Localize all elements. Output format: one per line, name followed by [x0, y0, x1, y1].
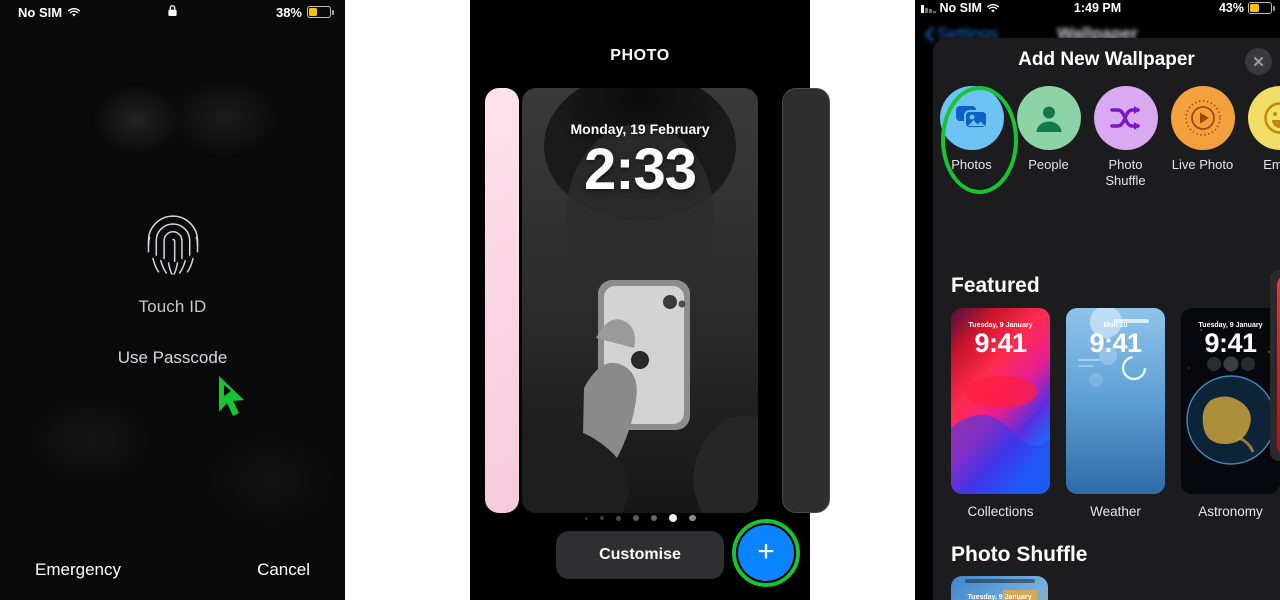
- featured-wallpaper-row[interactable]: Tuesday, 9 January 9:41 Collections Mon 10 9…: [951, 308, 1280, 519]
- page-dot[interactable]: [599, 516, 604, 520]
- photos-category-highlight-ring: [941, 86, 1018, 194]
- photo-shuffle-heading: Photo Shuffle: [951, 543, 1088, 566]
- emoji-icon[interactable]: [1247, 86, 1280, 150]
- close-button[interactable]: ✕: [1245, 48, 1272, 75]
- next-wallpaper-card[interactable]: [782, 88, 830, 513]
- status-bar-right: 38%: [275, 4, 334, 20]
- close-icon: ✕: [1252, 53, 1265, 71]
- touch-id-label: Touch ID: [138, 297, 207, 316]
- person-icon[interactable]: [1016, 86, 1081, 150]
- featured-preview-time: 9:41: [1204, 328, 1257, 358]
- featured-thumbnail[interactable]: Mon 10 9:41: [1066, 308, 1165, 494]
- battery-icon: [307, 6, 334, 18]
- page-dot[interactable]: [615, 515, 621, 521]
- category-label: Photo Shuffle: [1105, 157, 1146, 189]
- category-label: Emoji: [1263, 157, 1280, 172]
- sheet-header: Add New Wallpaper ✕: [933, 38, 1280, 84]
- wallpaper-glow: [170, 78, 280, 158]
- category-label: People: [1028, 157, 1069, 172]
- fingerprint-icon[interactable]: [137, 205, 209, 283]
- photo-shuffle-thumbnail[interactable]: Tuesday, 9 January 9:41: [951, 576, 1048, 600]
- battery-percent-label: 38%: [275, 4, 302, 20]
- battery-fill: [309, 8, 318, 16]
- featured-wallpaper-item[interactable]: Tuesday, 9 January 9:41 Astronomy: [1181, 308, 1280, 519]
- wallpaper-gallery-panel: PHOTO Monday, 19 February 2:33 Customise: [470, 0, 810, 600]
- wallpaper-glow: [25, 395, 155, 485]
- wallpaper-glow: [92, 85, 182, 155]
- screenshot-stage: No SIM 38% Touch ID Use Passcode Emergen…: [0, 0, 1280, 600]
- touch-id-section[interactable]: Touch ID: [0, 205, 345, 317]
- featured-thumbnail[interactable]: Tuesday, 9 January 9:41: [1181, 308, 1280, 494]
- featured-preview-time: 9:41: [1089, 328, 1142, 358]
- featured-label: Collections: [967, 504, 1034, 519]
- use-passcode-button[interactable]: Use Passcode: [0, 348, 345, 368]
- status-bar: No SIM 1:49 PM 43%: [915, 0, 1280, 20]
- add-wallpaper-button[interactable]: +: [738, 525, 794, 581]
- cursor-arrow-icon: [219, 376, 244, 416]
- gallery-title: PHOTO: [610, 47, 670, 64]
- sheet-title: Add New Wallpaper: [1018, 49, 1195, 70]
- page-dot[interactable]: [669, 514, 677, 522]
- category-emoji[interactable]: Emoji: [1241, 86, 1280, 194]
- page-dot[interactable]: [584, 516, 588, 520]
- featured-label: Astronomy: [1198, 504, 1263, 519]
- wallpaper-glow: [200, 430, 340, 530]
- category-shuffle[interactable]: Photo Shuffle: [1087, 86, 1164, 194]
- preview-time: 2:33: [583, 137, 697, 202]
- category-person[interactable]: People: [1010, 86, 1087, 194]
- previous-wallpaper-card[interactable]: [485, 88, 519, 513]
- emergency-button[interactable]: Emergency: [35, 560, 121, 580]
- cancel-button[interactable]: Cancel: [257, 560, 310, 580]
- shuffle-icon[interactable]: [1093, 86, 1158, 150]
- add-new-wallpaper-panel: No SIM 1:49 PM 43% Settings Wallpaper Ad…: [915, 0, 1280, 600]
- battery-fill: [1250, 4, 1260, 12]
- page-dot[interactable]: [689, 514, 696, 522]
- featured-wallpaper-item[interactable]: Mon 10 9:41 Weather: [1066, 308, 1165, 519]
- status-bar-right: 43%: [1218, 1, 1275, 15]
- plus-icon: +: [757, 534, 775, 568]
- battery-percent-label: 43%: [1218, 1, 1244, 15]
- lock-icon: [168, 5, 177, 16]
- battery-icon: [1248, 2, 1275, 14]
- featured-wallpaper-item[interactable]: Tuesday, 9 January 9:41 Collections: [951, 308, 1050, 519]
- featured-label: Weather: [1090, 504, 1141, 519]
- live-photo-icon[interactable]: [1170, 86, 1235, 150]
- page-dot[interactable]: [650, 514, 657, 522]
- featured-thumbnail[interactable]: Tuesday, 9 January 9:41: [951, 308, 1050, 494]
- status-bar: No SIM 38%: [0, 0, 345, 24]
- lock-screen-panel: No SIM 38% Touch ID Use Passcode Emergen…: [0, 0, 345, 600]
- lock-screen-actions: Emergency Cancel: [0, 560, 345, 580]
- current-wallpaper-preview[interactable]: Monday, 19 February 2:33: [522, 88, 758, 513]
- photo-shuffle-row[interactable]: Tuesday, 9 January 9:41 A dynamic set of…: [951, 576, 1280, 600]
- modal-sheet: Add New Wallpaper ✕ Photos People Photo Shu…: [933, 38, 1280, 600]
- preview-date: Monday, 19 February: [570, 121, 710, 137]
- category-live-photo[interactable]: Live Photo: [1164, 86, 1241, 194]
- featured-heading: Featured: [951, 274, 1040, 297]
- customise-button[interactable]: Customise: [556, 531, 724, 579]
- category-label: Live Photo: [1171, 157, 1234, 172]
- featured-preview-time: 9:41: [974, 328, 1027, 358]
- page-dot[interactable]: [632, 515, 639, 521]
